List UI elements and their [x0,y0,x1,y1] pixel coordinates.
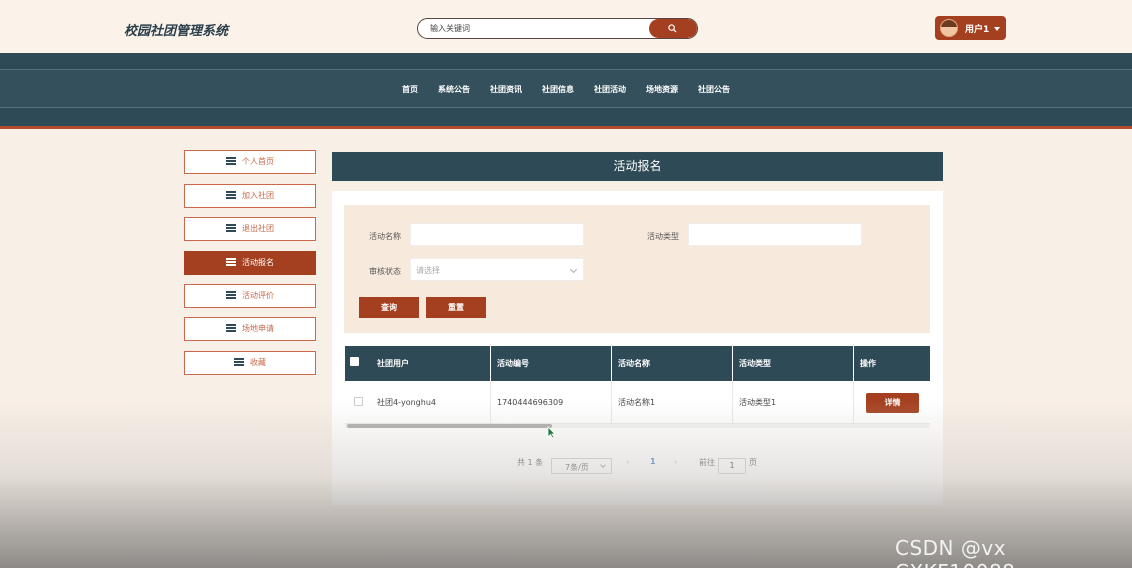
goto-page-input[interactable]: 1 [718,458,746,474]
row-checkbox[interactable] [354,397,363,406]
goto-prefix: 前往 [699,458,715,467]
review-status-label: 审核状态 [369,267,401,276]
activity-type-label: 活动类型 [647,232,679,241]
cell-activity-name: 活动名称1 [612,381,733,424]
filter-form: 活动名称 活动类型 审核状态 请选择 查询 重置 [344,205,930,333]
chevron-down-icon [569,265,578,274]
search-button[interactable] [649,19,697,38]
cell-activity-no: 1740444696309 [491,381,612,424]
sidebar-item-join-club[interactable]: 加入社团 [184,184,316,208]
sidebar-item-label: 个人首页 [242,157,274,166]
list-icon [226,323,236,332]
list-icon [226,257,236,266]
review-status-select[interactable]: 请选择 [410,258,584,281]
nav-item-home[interactable]: 首页 [402,84,418,95]
activity-type-input[interactable] [688,223,862,246]
prev-page-icon[interactable]: ‹ [626,457,629,466]
site-title: 校园社团管理系统 [124,24,229,39]
reset-button[interactable]: 重置 [426,297,486,318]
list-icon [234,357,244,366]
sidebar-item-label: 收藏 [250,358,266,367]
user-menu-button[interactable]: 用户1 [935,16,1006,40]
page-size-value: 7条/页 [565,463,589,472]
query-button[interactable]: 查询 [359,297,419,318]
page-size-select[interactable]: 7条/页 [551,458,612,474]
list-icon [226,290,236,299]
goto-suffix: 页 [749,458,757,467]
main-nav: 首页 系统公告 社团资讯 社团信息 社团活动 场地资源 社团公告 [0,53,1132,126]
caret-down-icon [994,27,1000,31]
search-bar: 输入关键词 [417,18,698,39]
pagination-total: 共 1 条 [517,458,544,467]
table-header: 社团用户 活动编号 活动名称 活动类型 操作 [345,346,930,381]
col-activity-no: 活动编号 [491,346,612,381]
user-label: 用户1 [965,25,990,35]
col-activity-type: 活动类型 [733,346,854,381]
cell-club-user: 社团4-yonghu4 [371,381,491,424]
nav-item-club-activity[interactable]: 社团活动 [594,84,626,95]
sidebar-item-label: 活动评价 [242,291,274,300]
sidebar-item-label: 退出社团 [242,224,274,233]
scrollbar-thumb[interactable] [347,424,552,428]
nav-item-venue-resources[interactable]: 场地资源 [646,84,678,95]
nav-item-club-news[interactable]: 社团资讯 [490,84,522,95]
next-page-icon[interactable]: › [674,457,677,466]
watermark-text: CSDN @vx CXKF10088 [895,536,1015,568]
sidebar-item-activity-signup[interactable]: 活动报名 [184,251,316,275]
sidebar-item-venue-application[interactable]: 场地申请 [184,317,316,341]
activity-name-input[interactable] [410,223,584,246]
detail-button[interactable]: 详情 [866,393,919,413]
nav-item-system-notice[interactable]: 系统公告 [438,84,470,95]
nav-item-club-info[interactable]: 社团信息 [542,84,574,95]
accent-divider [0,126,1132,129]
activity-name-label: 活动名称 [369,232,401,241]
list-icon [226,223,236,232]
page-number-current[interactable]: 1 [650,457,656,466]
sidebar-item-label: 活动报名 [242,258,274,267]
top-header: 校园社团管理系统 输入关键词 用户1 [0,0,1132,53]
search-icon [668,24,677,33]
list-icon [226,190,236,199]
sidebar-item-label: 加入社团 [242,191,274,200]
sidebar-item-quit-club[interactable]: 退出社团 [184,217,316,241]
cell-activity-type: 活动类型1 [733,381,854,424]
mouse-cursor-icon [547,426,556,439]
main-panel: 活动名称 活动类型 审核状态 请选择 查询 重置 社团用户 活动编号 活动名称 … [332,191,943,505]
sidebar-item-label: 场地申请 [242,324,274,333]
review-status-placeholder: 请选择 [416,266,440,275]
col-activity-name: 活动名称 [612,346,733,381]
sidebar-item-favorites[interactable]: 收藏 [184,351,316,375]
search-input[interactable]: 输入关键词 [430,23,470,34]
table-row: 社团4-yonghu4 1740444696309 活动名称1 活动类型1 详情 [345,381,930,424]
sidebar-item-activity-review[interactable]: 活动评价 [184,284,316,308]
page-title: 活动报名 [332,152,943,181]
select-all-checkbox[interactable] [350,357,359,366]
sidebar-item-personal-home[interactable]: 个人首页 [184,150,316,174]
horizontal-scrollbar[interactable] [345,424,930,428]
avatar [940,19,958,37]
list-icon [226,156,236,165]
col-action: 操作 [860,359,876,368]
nav-item-club-notice[interactable]: 社团公告 [698,84,730,95]
data-table: 社团用户 活动编号 活动名称 活动类型 操作 社团4-yonghu4 17404… [345,346,930,428]
chevron-down-icon [600,462,606,468]
col-club-user: 社团用户 [371,346,491,381]
